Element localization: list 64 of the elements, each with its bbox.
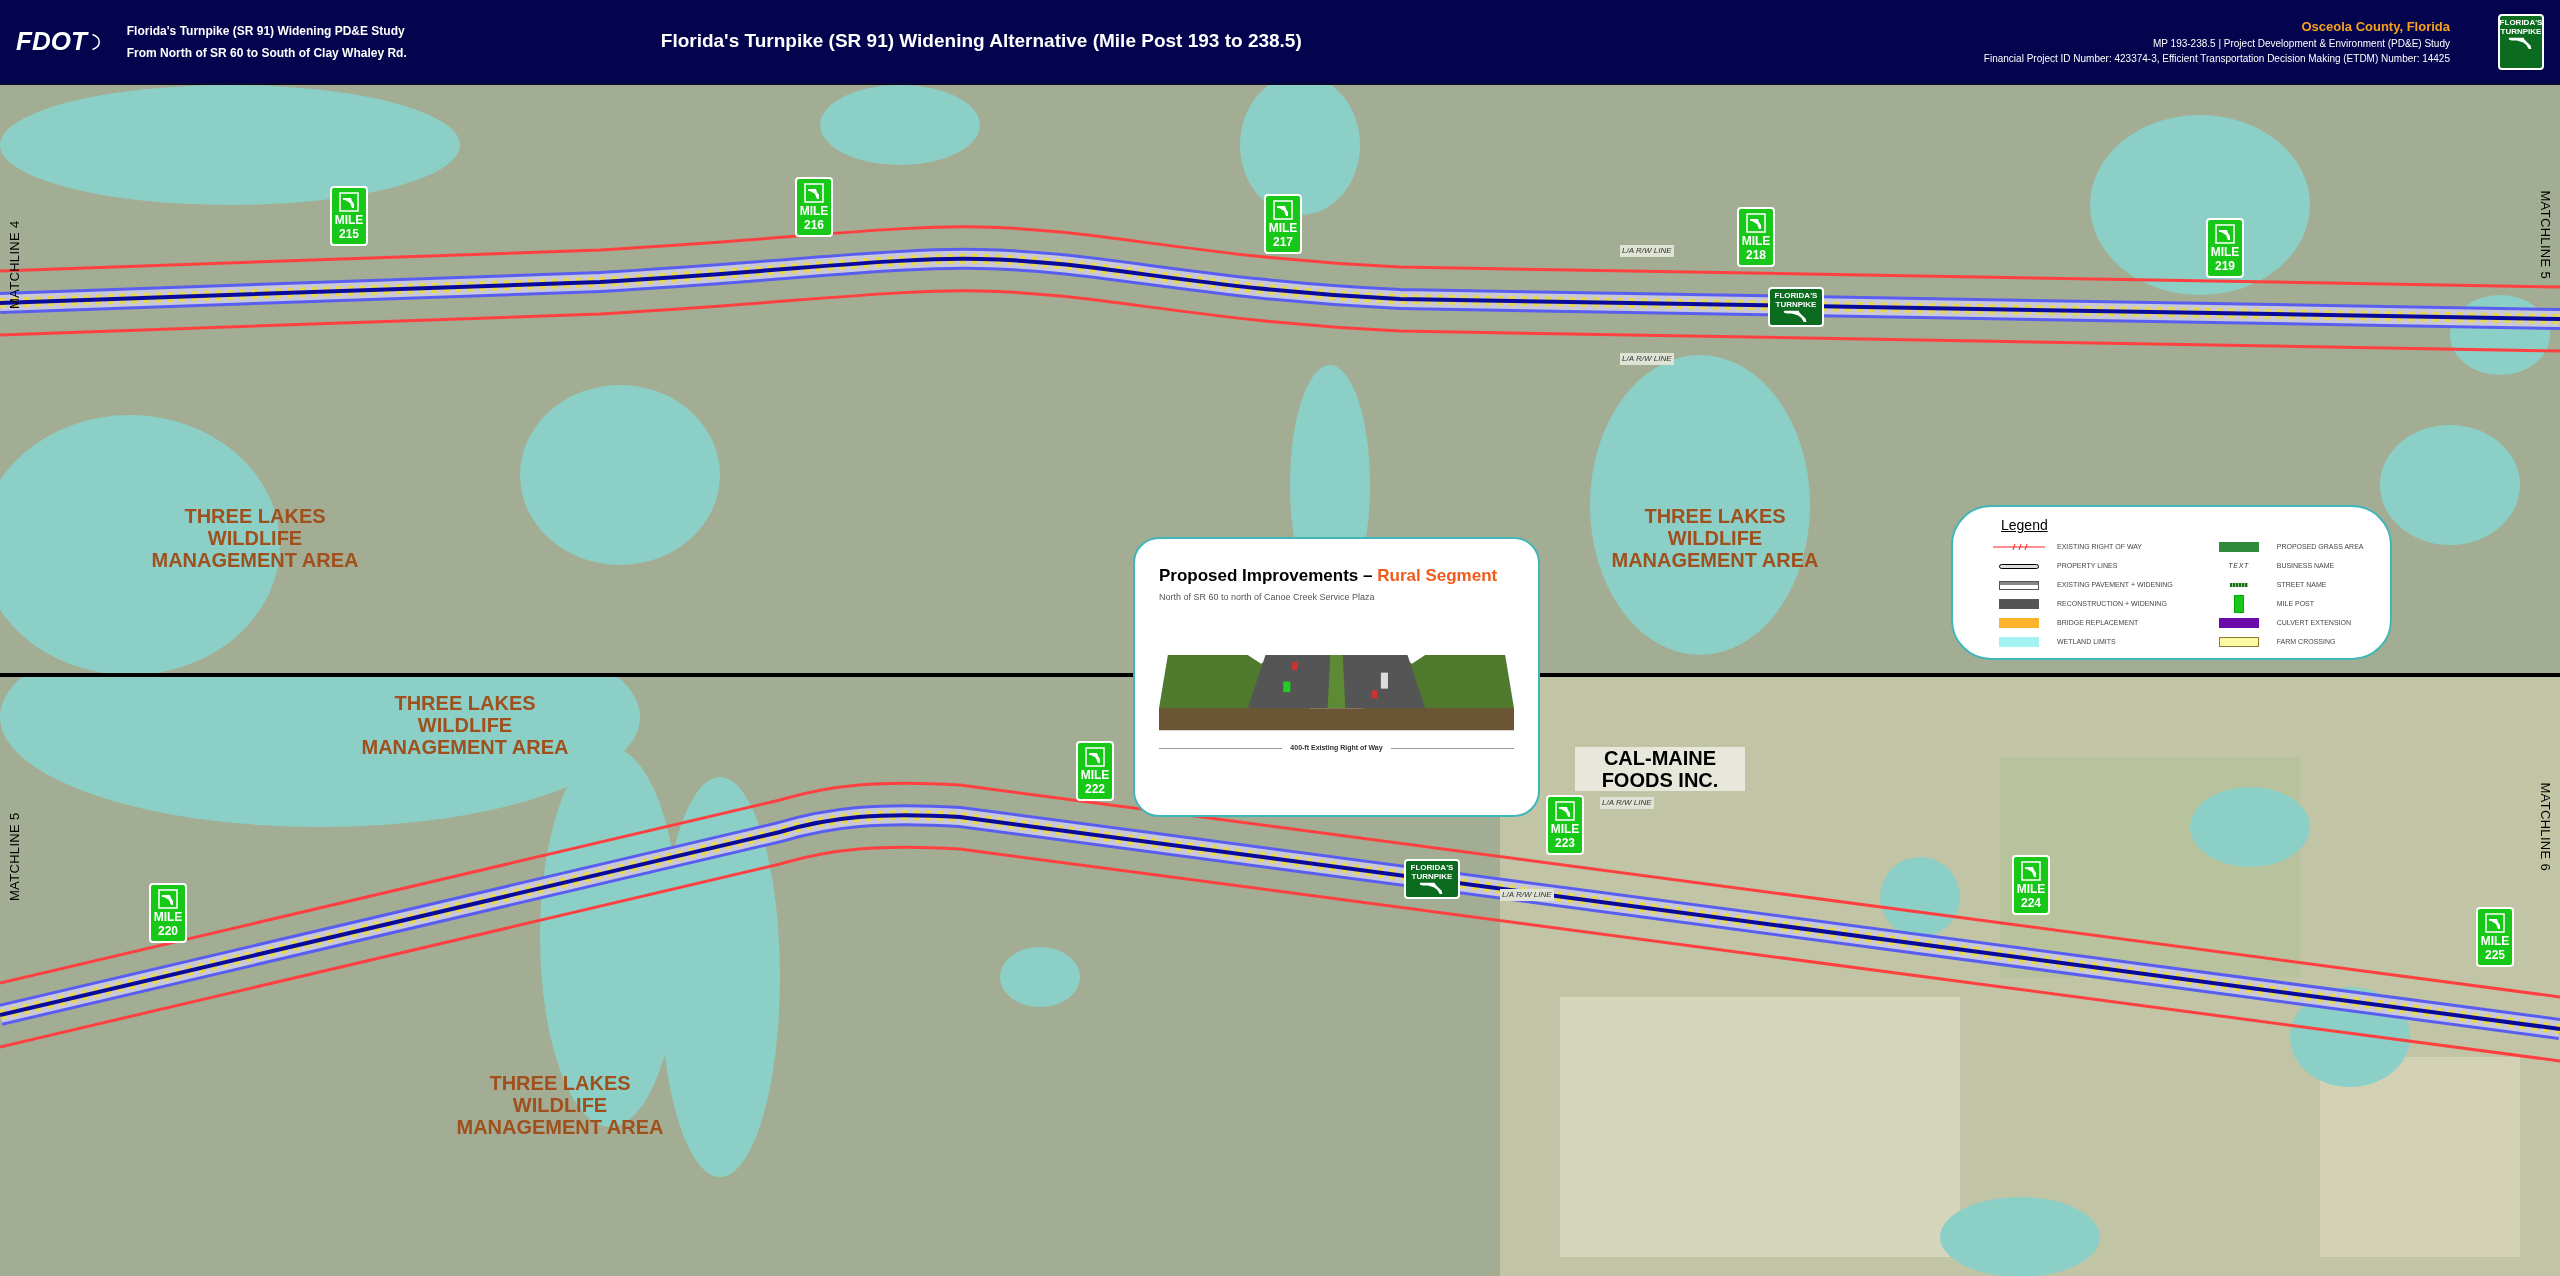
- page-title: Florida's Turnpike (SR 91) Widening Alternative (Mile Post 193 to 238.5): [660, 29, 1302, 54]
- mile-number: 222: [1085, 783, 1105, 795]
- turnpike-icon: [339, 192, 359, 212]
- shield-text: FLORIDA'S TURNPIKE: [2499, 17, 2543, 36]
- property-line-swatch: [1999, 563, 2039, 569]
- mile-label: MILE: [1741, 235, 1771, 247]
- mile-number: 216: [804, 219, 824, 231]
- business-label: CAL-MAINE FOODS INC.: [1575, 747, 1745, 791]
- mile-number: 220: [158, 925, 178, 937]
- rw-line-label: L/A R/W LINE: [1620, 353, 1674, 365]
- rw-line-label: L/A R/W LINE: [1500, 889, 1554, 901]
- legend-title: Legend: [2001, 516, 2049, 535]
- matchline-label: MATCHLINE 6: [2537, 782, 2555, 872]
- project-line: MP 193-238.5 | Project Development & Environment (PD&E) Study: [2153, 37, 2450, 52]
- mile-label: MILE: [2210, 246, 2240, 258]
- rw-line-label: L/A R/W LINE: [1620, 245, 1674, 257]
- shield-text: FLORIDA'S TURNPIKE: [1773, 291, 1819, 309]
- mile-number: 219: [2215, 260, 2235, 272]
- mile-label: MILE: [1268, 222, 1298, 234]
- turnpike-icon: [2021, 861, 2041, 881]
- rw-line-label: L/A R/W LINE: [1600, 797, 1654, 809]
- turnpike-icon: [2485, 913, 2505, 933]
- state-outline-icon: [2508, 35, 2534, 50]
- county-name: Osceola County, Florida: [2301, 17, 2450, 36]
- turnpike-icon: [1085, 747, 1105, 767]
- mile-number: 215: [339, 228, 359, 240]
- mile-post-icon: [2233, 595, 2244, 613]
- study-subtitle: From North of SR 60 to South of Clay Whaley Rd.: [126, 44, 407, 62]
- mile-number: 225: [2485, 949, 2505, 961]
- mile-label: MILE: [2480, 935, 2510, 947]
- turnpike-icon: [1555, 801, 1575, 821]
- street-name-swatch: [2229, 583, 2248, 587]
- right-of-way-line-icon: [1993, 543, 2045, 551]
- matchline-label: MATCHLINE 5: [5, 812, 23, 902]
- turnpike-icon: [1746, 213, 1766, 233]
- card-title: Proposed Improvements – Rural Segment: [1159, 565, 1499, 587]
- pavement-swatch: [1999, 580, 2039, 590]
- area-label: THREE LAKES WILDLIFE MANAGEMENT AREA: [1610, 505, 1820, 571]
- state-outline-icon: [1419, 881, 1445, 895]
- mile-number: 223: [1555, 837, 1575, 849]
- matchline-label: MATCHLINE 5: [2537, 190, 2555, 280]
- study-title: Florida's Turnpike (SR 91) Widening PD&E Study: [126, 22, 406, 40]
- mile-number: 224: [2021, 897, 2041, 909]
- turnpike-icon: [1273, 200, 1293, 220]
- area-label: THREE LAKES WILDLIFE MANAGEMENT AREA: [455, 1072, 665, 1138]
- mile-label: MILE: [799, 205, 829, 217]
- project-id-line: Financial Project ID Number: 423374-3, Efficient Transportation Decision Making (ETDM) Number: 14425: [1983, 52, 2450, 67]
- mile-label: MILE: [1550, 823, 1580, 835]
- state-outline-icon: [1783, 309, 1809, 323]
- logo-text: FDOT: [16, 25, 87, 58]
- shield-text: FLORIDA'S TURNPIKE: [1409, 863, 1455, 881]
- mile-number: 218: [1746, 249, 1766, 261]
- mile-number: 217: [1273, 236, 1293, 248]
- mile-label: MILE: [2016, 883, 2046, 895]
- mile-label: MILE: [153, 911, 183, 923]
- turnpike-icon: [158, 889, 178, 909]
- area-label: THREE LAKES WILDLIFE MANAGEMENT AREA: [150, 505, 360, 571]
- area-label: THREE LAKES WILDLIFE MANAGEMENT AREA: [360, 692, 570, 758]
- turnpike-icon: [804, 183, 824, 203]
- matchline-label: MATCHLINE 4: [5, 220, 23, 310]
- turnpike-icon: [2215, 224, 2235, 244]
- card-subtitle: North of SR 60 to north of Canoe Creek Service Plaza: [1159, 590, 1376, 604]
- mile-label: MILE: [334, 214, 364, 226]
- mile-label: MILE: [1080, 769, 1110, 781]
